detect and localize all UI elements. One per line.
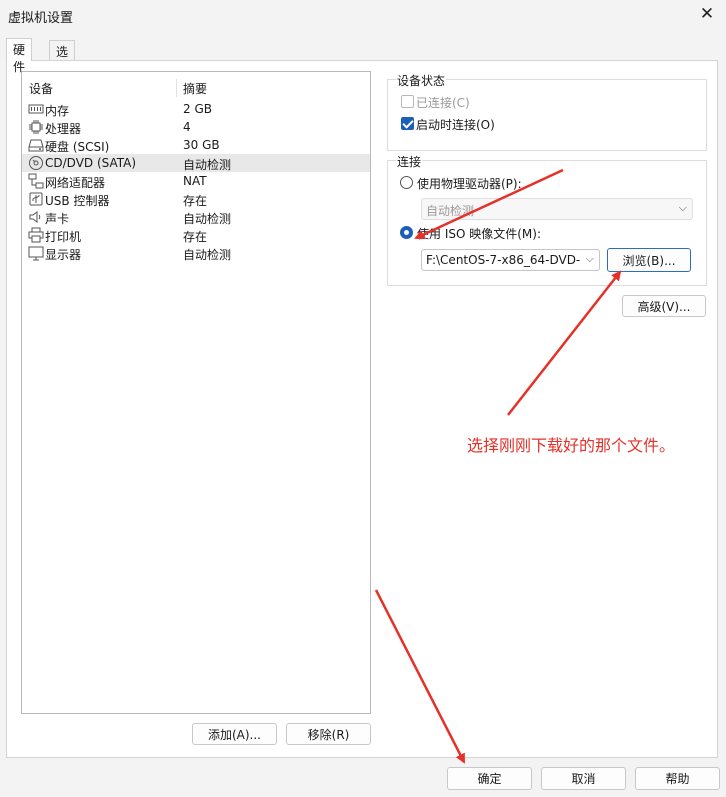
chevron-down-icon: ⌵: [678, 201, 687, 214]
printer-icon: [28, 227, 44, 243]
device-name: 硬盘 (SCSI): [45, 140, 110, 154]
cd-dvd-icon: [29, 156, 43, 170]
connected-label: 已连接(C): [416, 96, 470, 110]
device-summary: 30 GB: [183, 138, 220, 152]
device-summary: 自动检测: [183, 248, 232, 262]
device-row-usb-controller[interactable]: USB 控制器 存在: [22, 190, 370, 208]
device-row-cd-dvd[interactable]: CD/DVD (SATA) 自动检测: [22, 154, 370, 172]
device-name: USB 控制器: [45, 194, 110, 208]
device-summary: 4: [183, 120, 191, 134]
device-row-hard-disk[interactable]: 硬盘 (SCSI) 30 GB: [22, 136, 370, 154]
device-summary: NAT: [183, 174, 207, 188]
remove-button[interactable]: 移除(R): [286, 723, 371, 745]
hardware-panel: 设备 摘要 内存 2 GB 处理器 4 硬盘 (SCSI) 30 GB CD/D…: [6, 60, 718, 758]
device-name: 打印机: [45, 230, 82, 244]
physical-drive-radio[interactable]: [400, 176, 413, 189]
iso-path-combobox[interactable]: F:\CentOS-7-x86_64-DVD-1( ⌵: [421, 249, 600, 271]
physical-drive-dropdown[interactable]: 自动检测 ⌵: [421, 198, 693, 220]
device-name: CD/DVD (SATA): [45, 156, 137, 170]
title-bar: 虚拟机设置 ✕: [0, 0, 726, 30]
sound-card-icon: [29, 211, 41, 223]
connected-checkbox[interactable]: [401, 95, 414, 108]
device-row-processor[interactable]: 处理器 4: [22, 118, 370, 136]
device-name: 内存: [45, 104, 70, 118]
device-status-group: [387, 79, 707, 151]
device-name: 显示器: [45, 248, 82, 262]
device-row-sound-card[interactable]: 声卡 自动检测: [22, 208, 370, 226]
processor-icon: [29, 120, 43, 134]
device-list-header: 设备 摘要: [22, 79, 370, 97]
chevron-down-icon: ⌵: [585, 252, 594, 265]
memory-icon: [28, 104, 44, 114]
column-header-device[interactable]: 设备: [29, 80, 53, 97]
device-summary: 自动检测: [183, 212, 232, 226]
tab-hardware[interactable]: 硬件: [6, 38, 33, 74]
monitor-icon: [28, 246, 44, 261]
device-summary: 自动检测: [183, 158, 232, 172]
window-title: 虚拟机设置: [8, 11, 74, 26]
device-summary: 存在: [183, 230, 208, 244]
usb-icon: [29, 192, 43, 206]
cancel-button[interactable]: 取消: [541, 767, 626, 790]
device-row-printer[interactable]: 打印机 存在: [22, 226, 370, 244]
advanced-button[interactable]: 高级(V)...: [622, 295, 706, 317]
device-list[interactable]: 设备 摘要 内存 2 GB 处理器 4 硬盘 (SCSI) 30 GB CD/D…: [21, 71, 371, 714]
network-adapter-icon: [28, 173, 44, 189]
add-button[interactable]: 添加(A)...: [192, 723, 277, 745]
iso-image-label: 使用 ISO 映像文件(M):: [417, 227, 541, 241]
device-row-memory[interactable]: 内存 2 GB: [22, 100, 370, 118]
close-icon[interactable]: ✕: [694, 2, 720, 26]
hard-disk-icon: [28, 139, 44, 152]
device-status-title: 设备状态: [396, 72, 447, 89]
connect-at-power-on-label: 启动时连接(O): [416, 118, 495, 132]
annotation-text: 选择刚刚下载好的那个文件。: [467, 436, 676, 455]
device-summary: 存在: [183, 194, 208, 208]
physical-drive-label: 使用物理驱动器(P):: [417, 177, 522, 191]
physical-drive-dropdown-value: 自动检测: [426, 204, 475, 218]
device-row-network-adapter[interactable]: 网络适配器 NAT: [22, 172, 370, 190]
column-header-summary[interactable]: 摘要: [183, 80, 207, 97]
iso-image-radio[interactable]: [400, 226, 413, 239]
help-button[interactable]: 帮助: [635, 767, 720, 790]
tab-options[interactable]: 选项: [49, 40, 76, 76]
device-summary: 2 GB: [183, 102, 212, 116]
device-name: 网络适配器: [45, 176, 106, 190]
device-name: 处理器: [45, 122, 82, 136]
iso-path-value: F:\CentOS-7-x86_64-DVD-1(: [426, 253, 581, 267]
ok-button[interactable]: 确定: [447, 767, 532, 790]
device-name: 声卡: [45, 212, 70, 226]
browse-button[interactable]: 浏览(B)...: [607, 248, 691, 272]
connect-at-power-on-checkbox[interactable]: [401, 117, 414, 130]
connection-title: 连接: [396, 153, 423, 170]
device-row-display[interactable]: 显示器 自动检测: [22, 244, 370, 262]
